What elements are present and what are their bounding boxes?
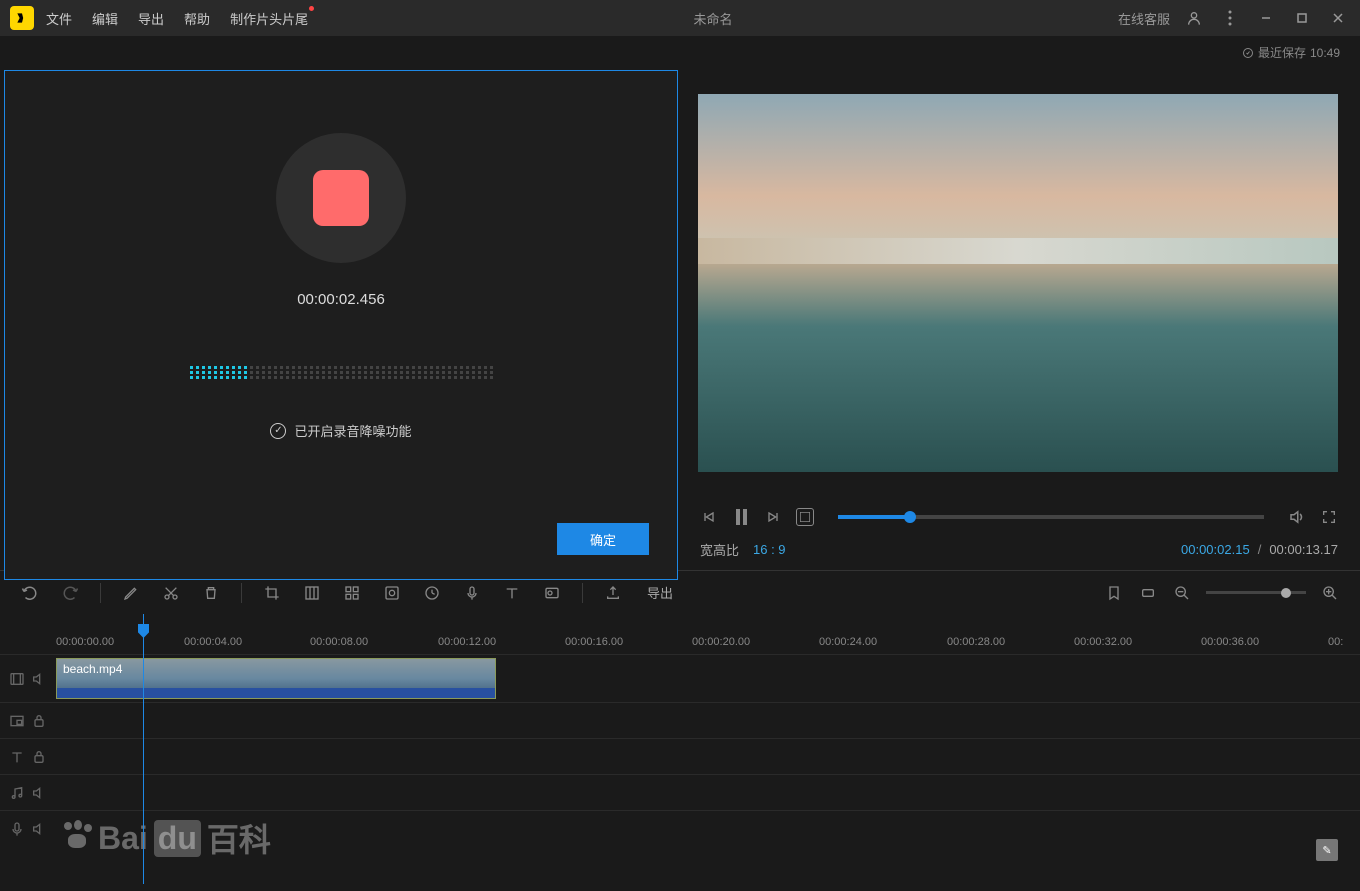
record-stop-button[interactable] <box>276 133 406 263</box>
progress-bar[interactable] <box>838 515 1264 519</box>
maximize-button[interactable] <box>1290 6 1314 30</box>
playhead[interactable] <box>143 614 144 884</box>
save-status-label: 最近保存 <box>1258 44 1306 61</box>
next-frame-button[interactable] <box>764 508 782 526</box>
voice-track[interactable] <box>0 810 1360 846</box>
user-icon[interactable] <box>1182 6 1206 30</box>
freeze-button[interactable] <box>382 583 402 603</box>
minimize-button[interactable] <box>1254 6 1278 30</box>
zoom-thumb[interactable] <box>1281 588 1291 598</box>
zoom-in-button[interactable] <box>1320 583 1340 603</box>
menu-intro-outro[interactable]: 制作片头片尾 <box>230 9 308 28</box>
tracks-area: beach.mp4 <box>0 654 1360 846</box>
check-icon: ✓ <box>270 423 286 439</box>
video-preview[interactable] <box>698 94 1338 472</box>
filter-button[interactable] <box>542 583 562 603</box>
playback-controls <box>698 508 1340 526</box>
tick: 00:00:04.00 <box>184 636 242 648</box>
fullscreen-button[interactable] <box>1320 508 1338 526</box>
stop-icon <box>313 170 369 226</box>
stop-button[interactable] <box>796 508 814 526</box>
tick: 00:00:08.00 <box>310 636 368 648</box>
speed-button[interactable] <box>422 583 442 603</box>
clip-label: beach.mp4 <box>63 662 122 676</box>
tick: 00:00:36.00 <box>1201 636 1259 648</box>
tick: 00:00:28.00 <box>947 636 1005 648</box>
pip-track[interactable] <box>0 702 1360 738</box>
export-button[interactable]: 导出 <box>647 583 673 602</box>
redo-button[interactable] <box>60 583 80 603</box>
tick: 00:00:24.00 <box>819 636 877 648</box>
text-track[interactable] <box>0 738 1360 774</box>
grid-button[interactable] <box>342 583 362 603</box>
save-status-time: 10:49 <box>1310 46 1340 60</box>
menu-export[interactable]: 导出 <box>138 9 164 28</box>
cut-button[interactable] <box>161 583 181 603</box>
menu-help[interactable]: 帮助 <box>184 9 210 28</box>
microphone-button[interactable] <box>462 583 482 603</box>
audio-track[interactable] <box>0 774 1360 810</box>
window-title: 未命名 <box>308 9 1118 28</box>
menu-edit[interactable]: 编辑 <box>92 9 118 28</box>
tick: 00:00:00.00 <box>56 636 114 648</box>
zoom-out-button[interactable] <box>1172 583 1192 603</box>
fit-button[interactable] <box>1138 583 1158 603</box>
aspect-label: 宽高比 <box>700 540 739 559</box>
customer-service-link[interactable]: 在线客服 <box>1118 9 1170 28</box>
aspect-time-row: 宽高比 16 : 9 00:00:02.15 / 00:00:13.17 <box>698 540 1340 559</box>
tick: 00:00:32.00 <box>1074 636 1132 648</box>
current-time: 00:00:02.15 <box>1181 542 1250 557</box>
tick: 00:00:20.00 <box>692 636 750 648</box>
progress-thumb[interactable] <box>904 511 916 523</box>
preview-panel: 宽高比 16 : 9 00:00:02.15 / 00:00:13.17 <box>678 36 1360 548</box>
video-clip[interactable]: beach.mp4 <box>56 658 496 699</box>
text-button[interactable] <box>502 583 522 603</box>
pause-button[interactable] <box>732 508 750 526</box>
crop-button[interactable] <box>262 583 282 603</box>
export-icon[interactable] <box>603 583 623 603</box>
recording-dialog: 00:00:02.456 ✓ 已开启录音降噪功能 确定 <box>4 70 678 580</box>
edit-icon[interactable] <box>121 583 141 603</box>
tick: 00:00:12.00 <box>438 636 496 648</box>
mosaic-button[interactable] <box>302 583 322 603</box>
total-time: 00:00:13.17 <box>1269 542 1338 557</box>
undo-button[interactable] <box>20 583 40 603</box>
tick: 00: <box>1328 636 1343 648</box>
prev-frame-button[interactable] <box>700 508 718 526</box>
delete-button[interactable] <box>201 583 221 603</box>
timeline-ruler[interactable]: 00:00:00.00 00:00:04.00 00:00:08.00 00:0… <box>0 614 1360 654</box>
tick: 00:00:16.00 <box>565 636 623 648</box>
recording-time: 00:00:02.456 <box>297 291 385 308</box>
audio-waveform <box>190 363 493 381</box>
titlebar: 文件 编辑 导出 帮助 制作片头片尾 未命名 在线客服 <box>0 0 1360 36</box>
main-menu: 文件 编辑 导出 帮助 制作片头片尾 <box>46 9 308 28</box>
video-track-head <box>0 671 56 687</box>
close-button[interactable] <box>1326 6 1350 30</box>
zoom-slider[interactable] <box>1206 591 1306 594</box>
edit-corner-button[interactable]: ✎ <box>1316 839 1338 861</box>
menu-file[interactable]: 文件 <box>46 9 72 28</box>
video-track[interactable]: beach.mp4 <box>0 654 1360 702</box>
confirm-button[interactable]: 确定 <box>557 523 649 555</box>
more-icon[interactable] <box>1218 6 1242 30</box>
marker-button[interactable] <box>1104 583 1124 603</box>
app-logo <box>10 6 34 30</box>
noise-reduction-status: ✓ 已开启录音降噪功能 <box>270 421 411 440</box>
aspect-value[interactable]: 16 : 9 <box>753 542 786 557</box>
save-status: 最近保存 10:49 <box>1242 44 1340 61</box>
volume-button[interactable] <box>1288 508 1306 526</box>
